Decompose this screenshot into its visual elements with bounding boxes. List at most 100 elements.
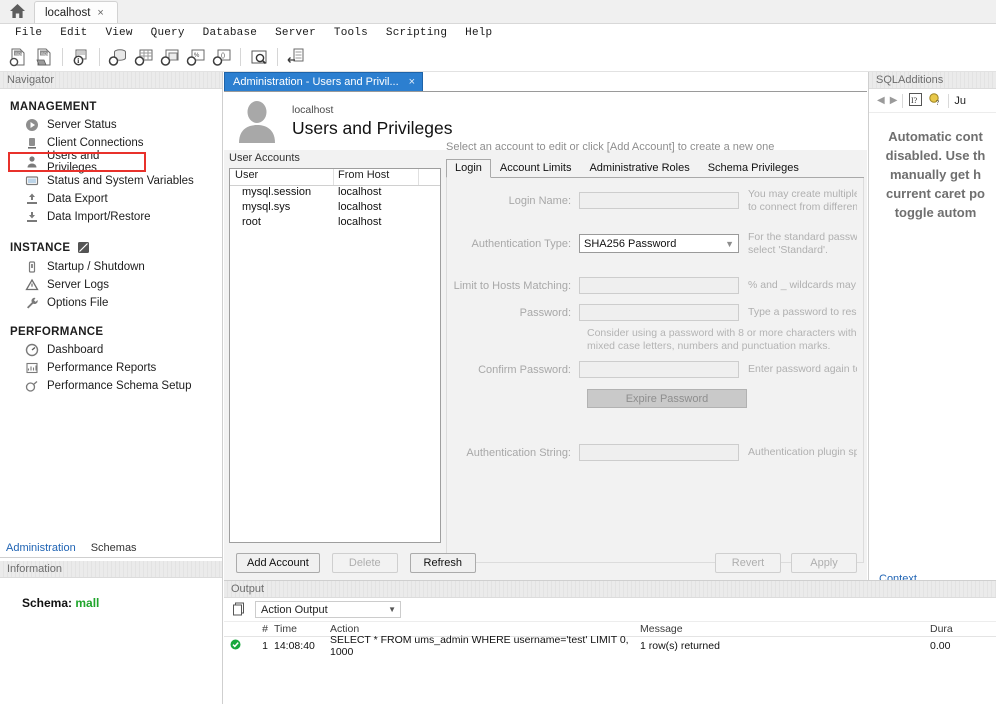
sidebar-item-performance-schema-setup[interactable]: Performance Schema Setup (0, 377, 222, 395)
sidebar-item-startup-shutdown[interactable]: Startup / Shutdown (0, 258, 222, 276)
startup-shutdown-icon (24, 260, 39, 275)
login-name-input[interactable] (579, 192, 739, 209)
admin-button-row: Add Account Delete Refresh Revert Apply (224, 546, 867, 580)
sidebar-item-data-export[interactable]: Data Export (0, 190, 222, 208)
menu-item-help[interactable]: Help (456, 27, 501, 39)
title-bar: localhost × (0, 0, 996, 24)
login-name-help-line1: You may create multiple acco (748, 188, 857, 200)
column-header-from-host: From Host (334, 169, 419, 185)
help-line-5: toggle autom (894, 205, 977, 220)
tab-administrative-roles[interactable]: Administrative Roles (580, 159, 698, 177)
close-icon[interactable]: × (97, 7, 103, 19)
table-row[interactable]: root localhost (230, 216, 440, 231)
limit-hosts-input[interactable] (579, 277, 739, 294)
sidebar-item-server-status[interactable]: Server Status (0, 116, 222, 134)
open-sql-script-icon[interactable]: SQL (32, 45, 56, 69)
output-pane-icon[interactable] (232, 601, 247, 619)
menu-item-file[interactable]: File (6, 27, 51, 39)
confirm-password-input[interactable] (579, 361, 739, 378)
menu-item-view[interactable]: View (96, 27, 141, 39)
sqladditions-toolbar-text[interactable]: Ju (954, 95, 966, 107)
table-row[interactable]: mysql.sys localhost (230, 201, 440, 216)
dashboard-icon (24, 343, 39, 358)
tab-schema-privileges[interactable]: Schema Privileges (699, 159, 808, 177)
tab-account-limits[interactable]: Account Limits (491, 159, 581, 177)
authentication-string-help: Authentication plugin specifi (748, 446, 857, 459)
quick-help-icon[interactable]: ? (928, 92, 943, 110)
form-gap (447, 217, 863, 231)
output-toolbar: Action Output ▼ (224, 598, 996, 622)
table-row[interactable]: mysql.session localhost (230, 186, 440, 201)
tab-login[interactable]: Login (446, 159, 491, 178)
chevron-down-icon: ▼ (388, 605, 396, 614)
sidebar-item-performance-reports[interactable]: Performance Reports (0, 359, 222, 377)
close-icon[interactable]: × (409, 76, 415, 88)
forward-icon[interactable]: ▶ (890, 95, 898, 106)
menu-item-scripting[interactable]: Scripting (377, 27, 456, 39)
authentication-string-input[interactable] (579, 444, 739, 461)
reconnect-server-icon[interactable] (284, 45, 308, 69)
menu-item-server[interactable]: Server (266, 27, 325, 39)
output-horizontal-scrollbar[interactable] (448, 696, 996, 704)
output-type-select[interactable]: Action Output ▼ (255, 601, 401, 618)
new-sql-tab-icon[interactable]: SQL (6, 45, 30, 69)
sidebar-item-dashboard[interactable]: Dashboard (0, 341, 222, 359)
column-header-user: User (230, 169, 334, 185)
sqladditions-caption: SQLAdditions (869, 72, 996, 89)
nav-group-performance: PERFORMANCE (0, 322, 222, 341)
password-input[interactable] (579, 304, 739, 321)
svg-text:(): () (221, 53, 225, 59)
refresh-button[interactable]: Refresh (409, 553, 476, 573)
user-accounts-list[interactable]: User From Host mysql.session localhost m… (229, 168, 441, 543)
revert-button[interactable]: Revert (715, 553, 781, 573)
menu-item-database[interactable]: Database (194, 27, 266, 39)
menu-item-query[interactable]: Query (142, 27, 194, 39)
connection-tab-localhost[interactable]: localhost × (34, 1, 118, 23)
authentication-type-select[interactable]: SHA256 Password ▼ (579, 234, 739, 253)
options-file-icon (24, 296, 39, 311)
page-title: Users and Privileges (292, 117, 453, 138)
nav-group-instance: INSTANCE (0, 236, 222, 258)
sidebar-item-label: Performance Reports (47, 362, 157, 374)
password-row: Password: Type a password to reset it. (447, 304, 863, 321)
tab-administration-users-and-privileges[interactable]: Administration - Users and Privil... × (224, 72, 424, 91)
svg-text:SQL: SQL (41, 50, 50, 55)
server-logs-icon (24, 278, 39, 293)
cell-message: 1 row(s) returned (640, 640, 720, 652)
limit-hosts-row: Limit to Hosts Matching: % and _ wildcar… (447, 277, 863, 294)
expire-password-button[interactable]: Expire Password (587, 389, 747, 408)
delete-button[interactable]: Delete (331, 553, 398, 573)
tab-administration[interactable]: Administration (0, 540, 85, 557)
add-account-button[interactable]: Add Account (236, 553, 320, 573)
context-help-icon[interactable]: I? (908, 92, 923, 110)
sidebar-item-options-file[interactable]: Options File (0, 294, 222, 312)
sidebar-item-server-logs[interactable]: Server Logs (0, 276, 222, 294)
password-note-line1: Consider using a password with 8 or more… (587, 327, 857, 339)
svg-text:I?: I? (911, 96, 918, 105)
home-icon[interactable] (0, 0, 34, 23)
sqladditions-help-text: Automatic cont disabled. Use th manually… (869, 113, 996, 222)
create-procedure-icon[interactable]: % (184, 45, 208, 69)
sidebar-item-label: Options File (47, 297, 109, 309)
create-view-icon[interactable] (158, 45, 182, 69)
editor-tab-label: Administration - Users and Privil... (233, 76, 399, 88)
toolbar-separator (277, 47, 278, 66)
menu-item-tools[interactable]: Tools (325, 27, 377, 39)
sidebar-item-users-and-privileges[interactable]: Users and Privileges (8, 150, 146, 174)
apply-button[interactable]: Apply (791, 553, 857, 573)
tab-schemas[interactable]: Schemas (85, 540, 146, 557)
password-note-line2: mixed case letters, numbers and punctuat… (587, 340, 831, 352)
password-note: Consider using a password with 8 or more… (447, 327, 863, 353)
create-table-icon[interactable] (132, 45, 156, 69)
create-function-icon[interactable]: () (210, 45, 234, 69)
sidebar-item-data-import-restore[interactable]: Data Import/Restore (0, 208, 222, 226)
table-row[interactable]: 1 14:08:40 SELECT * FROM ums_admin WHERE… (224, 634, 996, 658)
main-toolbar: SQL SQL i % () (0, 42, 996, 72)
search-table-data-icon[interactable] (247, 45, 271, 69)
open-connection-icon[interactable]: i (69, 45, 93, 69)
menu-item-edit[interactable]: Edit (51, 27, 96, 39)
create-schema-icon[interactable] (106, 45, 130, 69)
sidebar-item-status-and-system-variables[interactable]: Status and System Variables (0, 172, 222, 190)
nav-group-label: MANAGEMENT (10, 101, 97, 113)
back-icon[interactable]: ◀ (877, 95, 885, 106)
